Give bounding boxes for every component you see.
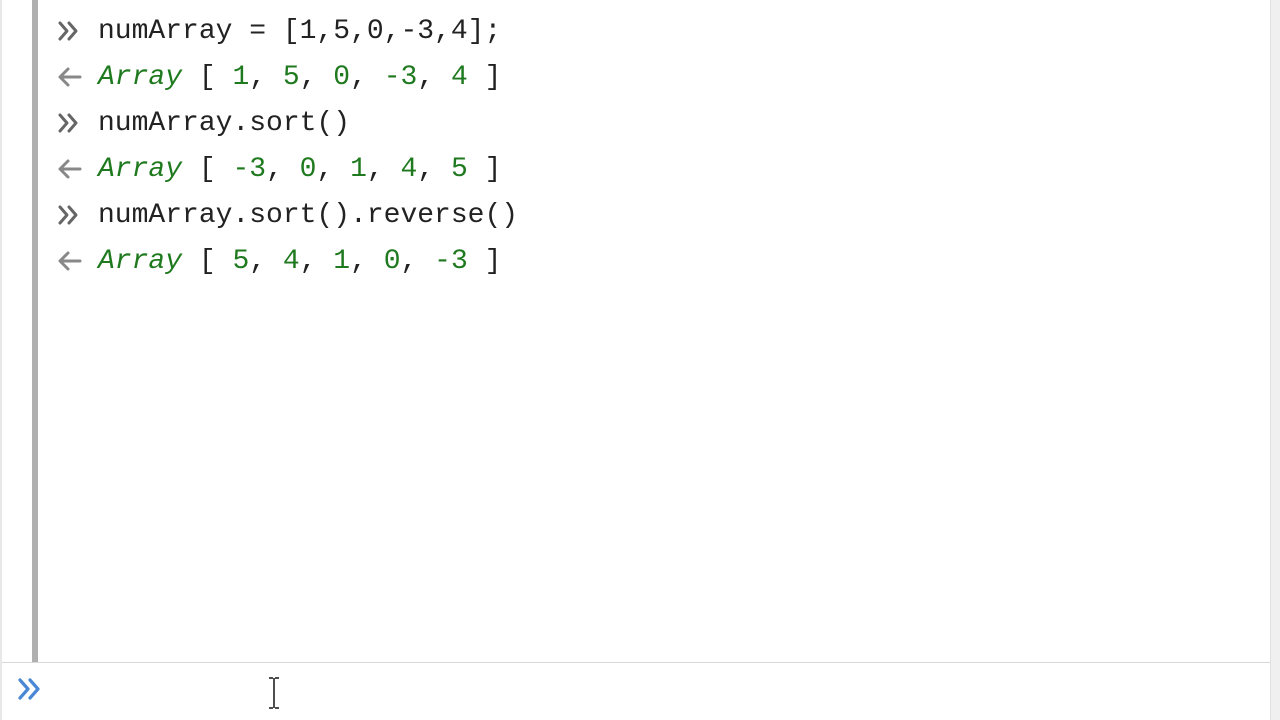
input-marker-icon [56, 110, 98, 136]
output-marker-icon [56, 158, 98, 180]
console-output-row: Array [ -3, 0, 1, 4, 5 ] [38, 146, 1280, 192]
code-text: numArray = [1,5,0,-3,4]; [98, 16, 501, 47]
output-marker-icon [56, 66, 98, 88]
console-output-row: Array [ 5, 4, 1, 0, -3 ] [38, 238, 1280, 284]
console-input-row: numArray.sort().reverse() [38, 192, 1280, 238]
array-output: Array [ 5, 4, 1, 0, -3 ] [98, 246, 501, 277]
code-text: numArray.sort() [98, 108, 350, 139]
input-marker-icon [56, 202, 98, 228]
console-input-row: numArray = [1,5,0,-3,4]; [38, 8, 1280, 54]
input-marker-icon [56, 18, 98, 44]
array-output: Array [ 1, 5, 0, -3, 4 ] [98, 62, 501, 93]
console-output[interactable]: numArray = [1,5,0,-3,4]; Array [ 1, 5, 0,… [32, 0, 1280, 662]
console-input[interactable] [50, 672, 950, 712]
prompt-chevrons-icon [16, 675, 44, 708]
scrollbar[interactable] [1270, 0, 1280, 720]
code-text: numArray.sort().reverse() [98, 200, 518, 231]
console-panel: numArray = [1,5,0,-3,4]; Array [ 1, 5, 0,… [0, 0, 1280, 720]
console-output-row: Array [ 1, 5, 0, -3, 4 ] [38, 54, 1280, 100]
console-input-row: numArray.sort() [38, 100, 1280, 146]
array-output: Array [ -3, 0, 1, 4, 5 ] [98, 154, 501, 185]
console-input-bar [2, 662, 1280, 720]
output-marker-icon [56, 250, 98, 272]
